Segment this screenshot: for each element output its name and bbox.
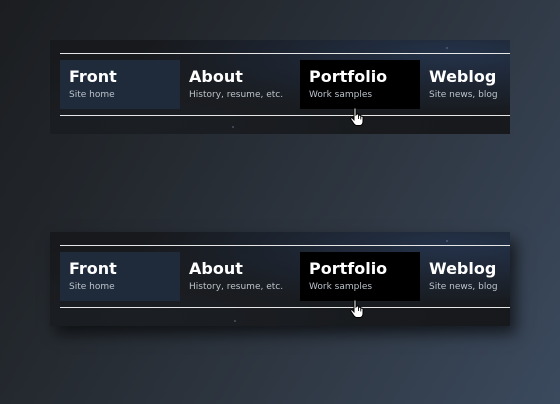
top-divider	[60, 53, 510, 54]
nav-item-subtitle: Site home	[69, 282, 115, 292]
background-speck	[446, 47, 448, 49]
nav-item-weblog[interactable]: Weblog Site news, blog	[420, 252, 540, 301]
nav-item-subtitle: History, resume, etc.	[189, 90, 284, 100]
nav-item-subtitle: Work samples	[309, 282, 373, 292]
bottom-divider	[60, 307, 510, 308]
navigation-bar: Front Site home About History, resume, e…	[50, 40, 510, 134]
background-speck	[234, 320, 236, 322]
nav-item-title: About	[189, 259, 243, 278]
nav-item-title: Front	[69, 259, 117, 278]
nav-item-subtitle: History, resume, etc.	[189, 282, 284, 292]
nav-items: Front Site home About History, resume, e…	[60, 252, 540, 301]
navigation-bar-shadowed: Front Site home About History, resume, e…	[50, 232, 510, 326]
nav-item-subtitle: Site news, blog	[429, 282, 498, 292]
nav-item-front[interactable]: Front Site home	[60, 252, 180, 301]
nav-item-title: Front	[69, 67, 117, 86]
nav-items: Front Site home About History, resume, e…	[60, 60, 540, 109]
nav-item-title: Portfolio	[309, 259, 388, 278]
nav-item-title: Portfolio	[309, 67, 388, 86]
nav-item-portfolio[interactable]: Portfolio Work samples	[300, 252, 420, 301]
nav-item-about[interactable]: About History, resume, etc.	[180, 252, 300, 301]
background-speck	[232, 126, 234, 128]
hand-pointer-icon	[350, 299, 364, 318]
bottom-divider	[60, 115, 510, 116]
background-speck	[446, 240, 448, 242]
nav-item-front[interactable]: Front Site home	[60, 60, 180, 109]
nav-item-about[interactable]: About History, resume, etc.	[180, 60, 300, 109]
nav-item-portfolio[interactable]: Portfolio Work samples	[300, 60, 420, 109]
hand-pointer-icon	[350, 107, 364, 126]
nav-item-title: Weblog	[429, 67, 497, 86]
nav-item-subtitle: Site home	[69, 90, 115, 100]
top-divider	[60, 245, 510, 246]
nav-item-subtitle: Site news, blog	[429, 90, 498, 100]
nav-item-subtitle: Work samples	[309, 90, 373, 100]
nav-item-title: About	[189, 67, 243, 86]
nav-item-weblog[interactable]: Weblog Site news, blog	[420, 60, 540, 109]
nav-item-title: Weblog	[429, 259, 497, 278]
